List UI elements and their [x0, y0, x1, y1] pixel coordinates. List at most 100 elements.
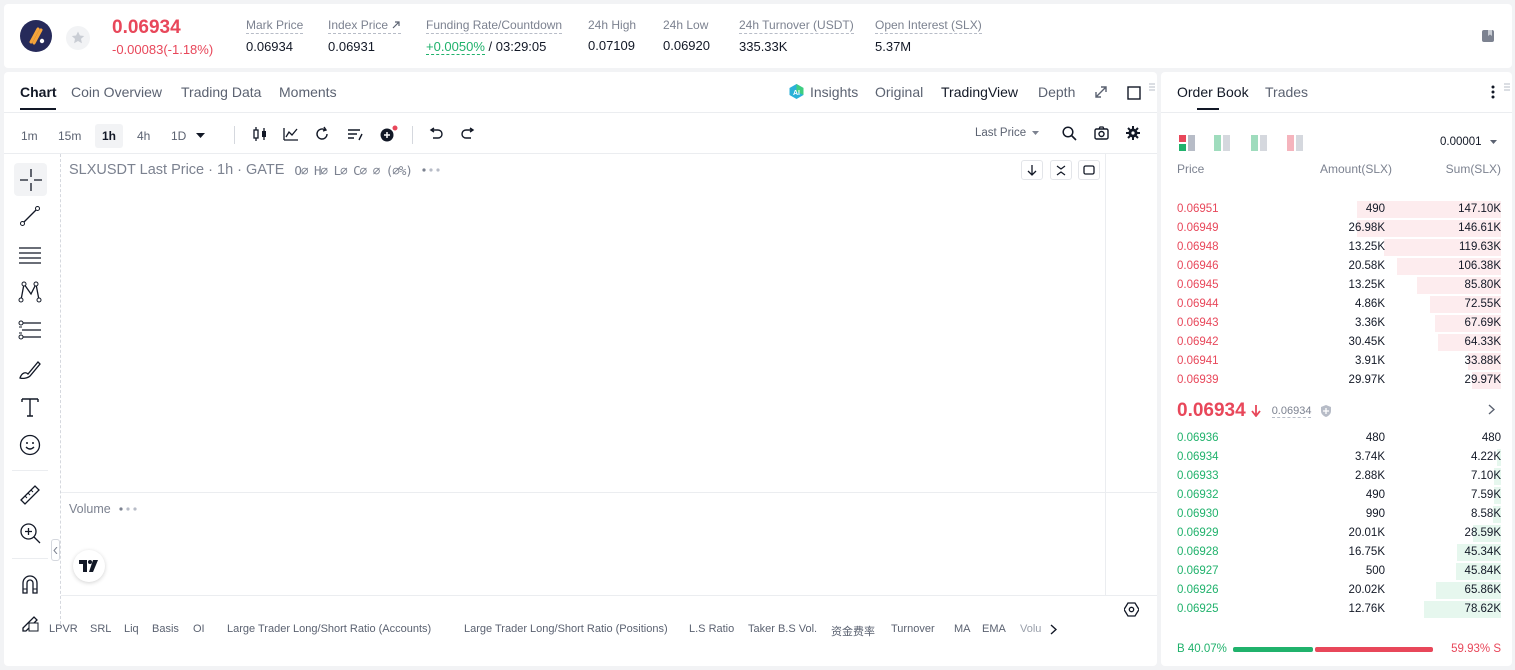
- mark-price-label[interactable]: Mark Price: [246, 18, 304, 34]
- undo-icon[interactable]: [428, 127, 444, 141]
- horizontal-lines-tool-icon[interactable]: [15, 240, 45, 270]
- chart-settings-icon[interactable]: [1124, 602, 1139, 617]
- indicator-liq[interactable]: Liq: [124, 623, 139, 635]
- indicator-srl[interactable]: SRL: [90, 623, 111, 635]
- tab-trading-data[interactable]: Trading Data: [181, 84, 261, 100]
- ask-row[interactable]: 0.06944 4.86K 72.55K: [1177, 295, 1501, 314]
- drag-handle-icon[interactable]: [1504, 82, 1510, 92]
- replay-icon[interactable]: [314, 126, 330, 142]
- favorite-star-icon[interactable]: [66, 26, 90, 50]
- indicator-ls-ratio[interactable]: L.S Ratio: [689, 623, 734, 635]
- timeframe-1m[interactable]: 1m: [14, 124, 45, 148]
- indicators-icon[interactable]: [283, 127, 299, 141]
- timeframe-dropdown[interactable]: 1D: [164, 124, 212, 148]
- ask-row[interactable]: 0.06948 13.25K 119.63K: [1177, 238, 1501, 257]
- search-icon[interactable]: [1062, 126, 1077, 141]
- tab-depth[interactable]: Depth: [1038, 84, 1075, 100]
- indicator-funding-rate[interactable]: 资金费率: [831, 623, 875, 639]
- open-interest-label[interactable]: Open Interest (SLX): [875, 18, 982, 34]
- turnover-24h-label[interactable]: 24h Turnover (USDT): [739, 18, 854, 34]
- bid-row[interactable]: 0.06930 990 8.58K: [1177, 505, 1501, 524]
- timeframe-1h[interactable]: 1h: [95, 124, 124, 148]
- bid-row[interactable]: 0.06934 3.74K 4.22K: [1177, 448, 1501, 467]
- maximize-pane-icon[interactable]: [1078, 160, 1100, 180]
- timeframe-15m[interactable]: 15m: [51, 124, 88, 148]
- view-split-icon[interactable]: [1251, 135, 1267, 151]
- bid-row[interactable]: 0.06928 16.75K 45.34K: [1177, 543, 1501, 562]
- trend-line-tool-icon[interactable]: [15, 201, 45, 231]
- lock-drawing-tool-icon[interactable]: [15, 607, 45, 637]
- ask-row[interactable]: 0.06942 30.45K 64.33K: [1177, 333, 1501, 352]
- text-tool-icon[interactable]: [15, 392, 45, 422]
- tab-trades[interactable]: Trades: [1265, 84, 1308, 100]
- tab-coin-overview[interactable]: Coin Overview: [71, 84, 162, 100]
- collapse-pane-icon[interactable]: [1050, 160, 1072, 180]
- more-dots-icon[interactable]: [119, 507, 139, 511]
- bid-row[interactable]: 0.06926 20.02K 65.86K: [1177, 581, 1501, 600]
- tab-original[interactable]: Original: [875, 84, 923, 100]
- indicator-oi[interactable]: OI: [193, 623, 205, 635]
- candle-type-icon[interactable]: [252, 127, 268, 141]
- ruler-tool-icon[interactable]: [15, 480, 45, 510]
- fullscreen-icon[interactable]: [1127, 86, 1141, 100]
- magnet-tool-icon[interactable]: [15, 569, 45, 599]
- insights-button[interactable]: AI Insights: [788, 83, 858, 100]
- indicator-large-trader-positions[interactable]: Large Trader Long/Short Ratio (Positions…: [464, 623, 668, 635]
- indicator-large-trader-accounts[interactable]: Large Trader Long/Short Ratio (Accounts): [227, 623, 431, 635]
- bid-row[interactable]: 0.06933 2.88K 7.10K: [1177, 467, 1501, 486]
- ask-row[interactable]: 0.06939 29.97K 29.97K: [1177, 371, 1501, 390]
- indicator-taker-bs-vol[interactable]: Taker B.S Vol.: [748, 623, 817, 635]
- expand-icon[interactable]: [1094, 85, 1108, 99]
- templates-icon[interactable]: [347, 127, 363, 141]
- bid-row[interactable]: 0.06925 12.76K 78.62K: [1177, 600, 1501, 619]
- timeframe-4h[interactable]: 4h: [130, 124, 157, 148]
- price-type-select[interactable]: Last Price: [975, 127, 1040, 139]
- bid-row[interactable]: 0.06929 20.01K 28.59K: [1177, 524, 1501, 543]
- emoji-tool-icon[interactable]: [15, 430, 45, 460]
- brush-tool-icon[interactable]: [15, 354, 45, 384]
- crosshair-tool-icon[interactable]: [14, 163, 47, 196]
- last-price-row[interactable]: 0.06934 0.06934: [1177, 400, 1332, 422]
- indicators-scroll-right-icon[interactable]: [1050, 624, 1057, 635]
- scroll-to-latest-icon[interactable]: [1021, 160, 1043, 180]
- ask-row[interactable]: 0.06941 3.91K 33.88K: [1177, 352, 1501, 371]
- bid-row[interactable]: 0.06932 490 7.59K: [1177, 486, 1501, 505]
- indicator-ma[interactable]: MA: [954, 623, 971, 635]
- camera-icon[interactable]: [1094, 126, 1109, 140]
- add-alert-icon[interactable]: [379, 125, 399, 143]
- tab-chart[interactable]: Chart: [20, 84, 57, 100]
- pattern-tool-icon[interactable]: [15, 277, 45, 307]
- ask-row[interactable]: 0.06943 3.36K 67.69K: [1177, 314, 1501, 333]
- tradingview-logo-icon[interactable]: [73, 550, 105, 582]
- indicator-ema[interactable]: EMA: [982, 623, 1006, 635]
- view-asks-only-icon[interactable]: [1287, 135, 1303, 151]
- settings-gear-icon[interactable]: [1126, 126, 1140, 140]
- view-both-sides-icon[interactable]: [1179, 135, 1195, 151]
- indicator-volume[interactable]: Volu: [1020, 623, 1041, 635]
- ask-row[interactable]: 0.06946 20.58K 106.38K: [1177, 257, 1501, 276]
- indicator-turnover[interactable]: Turnover: [891, 623, 935, 635]
- precision-select[interactable]: 0.00001: [1440, 136, 1497, 148]
- redo-icon[interactable]: [460, 127, 476, 141]
- drag-handle-icon[interactable]: [1149, 82, 1155, 92]
- funding-rate-label[interactable]: Funding Rate/Countdown: [426, 18, 563, 34]
- tab-tradingview[interactable]: TradingView: [941, 84, 1018, 100]
- bid-row[interactable]: 0.06927 500 45.84K: [1177, 562, 1501, 581]
- indicator-lpvr[interactable]: LPVR: [49, 623, 78, 635]
- view-bids-only-icon[interactable]: [1214, 135, 1230, 151]
- ask-row[interactable]: 0.06951 490 147.10K: [1177, 200, 1501, 219]
- ask-row[interactable]: 0.06949 26.98K 146.61K: [1177, 219, 1501, 238]
- index-price-label-wrap[interactable]: Index Price: [328, 18, 402, 34]
- chevron-right-icon[interactable]: [1488, 404, 1495, 415]
- fibonacci-tool-icon[interactable]: [15, 316, 45, 346]
- ask-row[interactable]: 0.06945 13.25K 85.80K: [1177, 276, 1501, 295]
- tab-order-book[interactable]: Order Book: [1177, 84, 1249, 100]
- collapse-toolbar-button[interactable]: [51, 539, 60, 561]
- tab-moments[interactable]: Moments: [279, 84, 337, 100]
- bid-row[interactable]: 0.06936 480 480: [1177, 429, 1501, 448]
- more-dots-icon[interactable]: [422, 168, 442, 172]
- notebook-icon[interactable]: [1480, 28, 1496, 44]
- zoom-in-tool-icon[interactable]: [15, 518, 45, 548]
- more-vertical-icon[interactable]: [1491, 85, 1495, 99]
- indicator-basis[interactable]: Basis: [152, 623, 179, 635]
